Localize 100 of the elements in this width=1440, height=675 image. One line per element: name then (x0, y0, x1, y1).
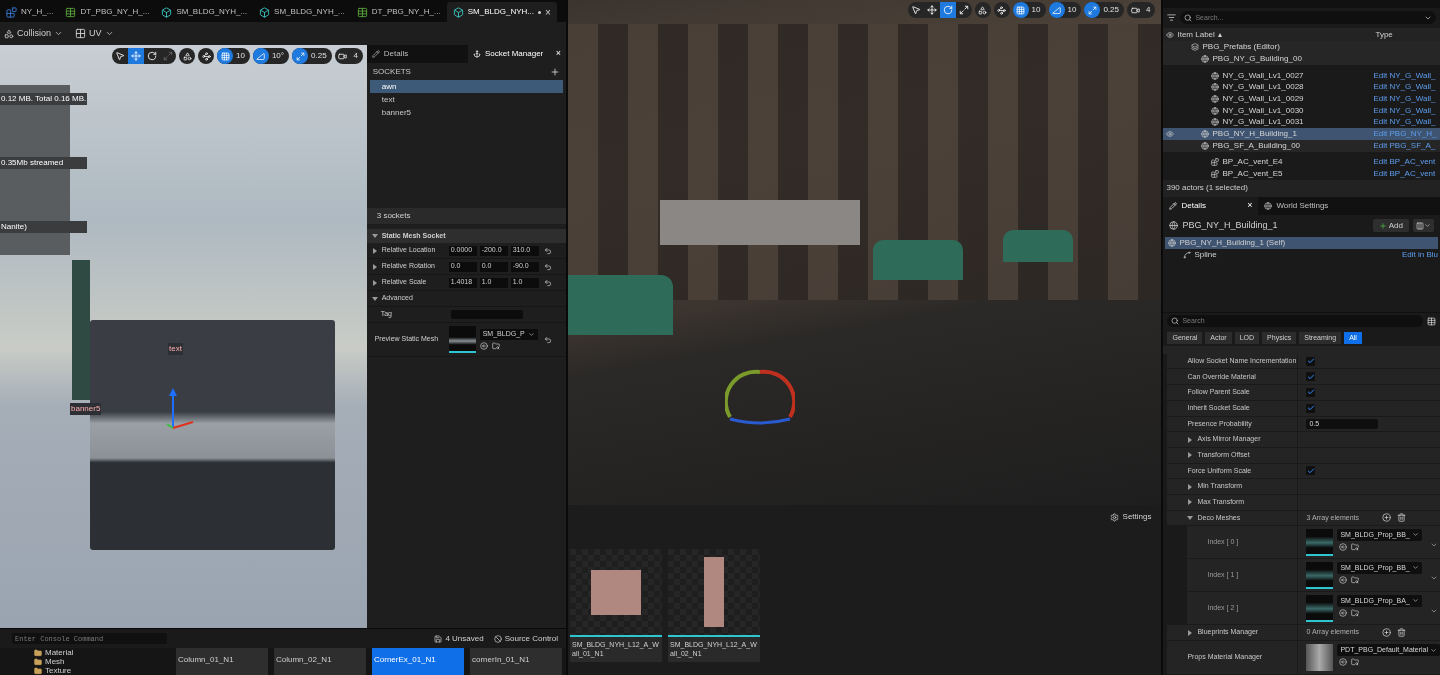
mesh-thumbnail[interactable] (448, 326, 476, 353)
add-element-icon[interactable] (1382, 513, 1392, 523)
editor-tab[interactable]: SM_BLDG_NYH... × (446, 2, 557, 22)
use-selected-icon[interactable] (1339, 575, 1348, 584)
editor-tab[interactable]: NY_H_... (0, 2, 60, 22)
surface-snap-icon[interactable] (179, 48, 195, 64)
expand-arrow-icon[interactable] (1187, 436, 1194, 443)
browse-icon[interactable] (1351, 658, 1360, 666)
mesh-thumbnail[interactable] (1306, 528, 1334, 556)
grid-snap-button[interactable]: 10 (1012, 2, 1046, 18)
use-selected-icon[interactable] (1339, 608, 1348, 617)
expand-arrow-icon[interactable] (1187, 483, 1194, 490)
use-selected-icon[interactable] (479, 342, 488, 350)
asset-tile[interactable]: Column_01_N1 (176, 648, 268, 675)
panel-tab[interactable]: Socket Manager × (468, 45, 566, 63)
scale-snap-button[interactable]: 0.25 (1084, 2, 1124, 18)
add-socket-icon[interactable] (550, 66, 560, 77)
checkbox[interactable] (1306, 387, 1316, 397)
expand-arrow-icon[interactable] (371, 247, 378, 254)
outliner-row[interactable]: NY_G_Wall_Lv1_0030 Edit NY_G_Wall_ (1163, 104, 1440, 117)
browse-icon[interactable] (1351, 608, 1360, 617)
outliner-row[interactable]: NY_G_Wall_Lv1_0031 Edit NY_G_Wall_ (1163, 116, 1440, 129)
type-link[interactable]: Edit NY_G_Wall_ (1373, 104, 1436, 117)
type-link[interactable]: Edit NY_G_Wall_ (1373, 69, 1436, 82)
component-row[interactable]: Spline Edit in Blu (1163, 248, 1440, 261)
angle-snap-button[interactable]: 10° (252, 48, 289, 64)
type-link[interactable]: Edit PBG_SF_A_ (1373, 139, 1436, 152)
column-header[interactable]: Item Label (1177, 28, 1215, 41)
level-viewport[interactable]: 10 10 0.25 4 (568, 0, 1162, 505)
close-panel-button[interactable]: × (1247, 199, 1253, 213)
close-panel-button[interactable]: × (555, 47, 561, 61)
outliner-row[interactable]: BP_AC_vent_E5 Edit BP_AC_vent (1163, 168, 1440, 180)
expand-arrow-icon[interactable] (371, 263, 378, 270)
grid-snap-button[interactable]: 10 (217, 48, 250, 64)
checkbox[interactable] (1306, 356, 1316, 366)
mesh-preview-viewport[interactable]: 0.12 MB. Total 0.16 MB. 0.35Mb streamed Nanite) text banner5 10 10° 0.25 4 (0, 45, 367, 628)
expand-arrow-icon[interactable] (1187, 452, 1194, 459)
visibility-icon[interactable] (1166, 130, 1175, 139)
transform-gizmo-icon[interactable] (165, 388, 195, 432)
column-header[interactable]: Type (1375, 28, 1393, 41)
asset-tile[interactable]: CornerEx_01_N1 (372, 648, 464, 675)
outliner-row[interactable]: PBG_NY_H_Building_1 Edit PBG_NY_H_ (1163, 128, 1440, 140)
mesh-thumbnail[interactable] (1306, 594, 1334, 622)
expand-arrow-icon[interactable] (1187, 499, 1194, 506)
toolbar-dropdown[interactable]: UV (75, 26, 114, 41)
editor-tab[interactable]: SM_BLDG_NYH_... (253, 2, 351, 22)
trash-icon[interactable] (1397, 513, 1407, 523)
browse-icon[interactable] (491, 342, 500, 350)
socket-item[interactable]: text (369, 93, 563, 106)
component-row[interactable]: PBG_NY_H_Building_1 (Self) (1165, 236, 1438, 249)
camera-speed-button[interactable]: 4 (334, 48, 364, 64)
unsaved-button[interactable]: 4 Unsaved (434, 632, 484, 645)
mesh-thumbnail[interactable] (1306, 561, 1334, 589)
type-link[interactable]: Edit NY_G_Wall_ (1373, 93, 1436, 106)
expand-arrow-icon[interactable] (371, 279, 378, 286)
camera-speed-button[interactable]: 4 (1127, 2, 1156, 18)
source-control-button[interactable]: Source Control (493, 632, 558, 645)
type-link[interactable]: Edit NY_G_Wall_ (1373, 81, 1436, 94)
mesh-thumbnail[interactable] (1306, 644, 1334, 671)
local-world-icon[interactable] (198, 48, 214, 64)
expand-arrow-icon[interactable] (1187, 514, 1194, 521)
scale-snap-button[interactable]: 0.25 (292, 48, 332, 64)
panel-tab[interactable]: World Settings (1258, 197, 1335, 216)
outliner-row[interactable]: NY_G_Wall_Lv1_0029 Edit NY_G_Wall_ (1163, 93, 1440, 105)
reset-icon[interactable] (543, 246, 552, 255)
asset-tile[interactable]: Column_02_N1 (274, 648, 366, 675)
rotate-gizmo-icon[interactable] (725, 367, 795, 427)
settings-button[interactable]: Settings (1109, 511, 1152, 523)
panel-tab[interactable]: Details (366, 45, 457, 63)
trash-icon[interactable] (1397, 628, 1407, 638)
type-link[interactable]: Edit NY_G_Wall_ (1373, 116, 1436, 129)
checkbox[interactable] (1306, 466, 1316, 476)
add-button[interactable]: Add (1372, 219, 1409, 233)
asset-tile[interactable]: cornerIn_01_N1 (470, 648, 562, 675)
table-view-icon[interactable] (1427, 316, 1436, 326)
outliner-row[interactable]: NY_G_Wall_Lv1_0027 Edit NY_G_Wall_ (1163, 69, 1440, 82)
surface-snap-icon[interactable] (974, 2, 991, 18)
visibility-icon[interactable] (1166, 30, 1175, 39)
expand-arrow-icon[interactable] (371, 233, 378, 239)
editor-tab[interactable]: DT_PBG_NY_H_... (350, 2, 447, 22)
outliner-row[interactable]: PBG_NY_G_Building_00 (1163, 53, 1440, 65)
angle-snap-button[interactable]: 10 (1048, 2, 1082, 18)
browse-icon[interactable] (1351, 575, 1360, 584)
filter-icon[interactable] (1167, 13, 1177, 23)
browse-icon[interactable] (1351, 542, 1360, 551)
type-link[interactable]: Edit BP_AC_vent (1373, 156, 1436, 169)
edit-link[interactable]: Edit in Blu (1401, 248, 1438, 261)
expand-arrow-icon[interactable] (371, 295, 378, 302)
folder-item[interactable]: Mesh (22, 657, 176, 666)
close-tab-button[interactable]: × (544, 4, 551, 20)
socket-item[interactable]: banner5 (369, 106, 563, 119)
outliner-row[interactable]: NY_G_Wall_Lv1_0028 Edit NY_G_Wall_ (1163, 81, 1440, 94)
checkbox[interactable] (1306, 403, 1316, 413)
blueprint-dropdown[interactable] (1413, 219, 1434, 233)
reset-icon[interactable] (543, 262, 552, 271)
rotate-tool-icon[interactable] (939, 2, 956, 18)
panel-tab[interactable]: Details × (1163, 197, 1259, 216)
socket-item[interactable]: awn (369, 80, 563, 93)
editor-tab[interactable]: SM_BLDG_NYH_... (155, 2, 254, 22)
use-selected-icon[interactable] (1339, 658, 1348, 666)
